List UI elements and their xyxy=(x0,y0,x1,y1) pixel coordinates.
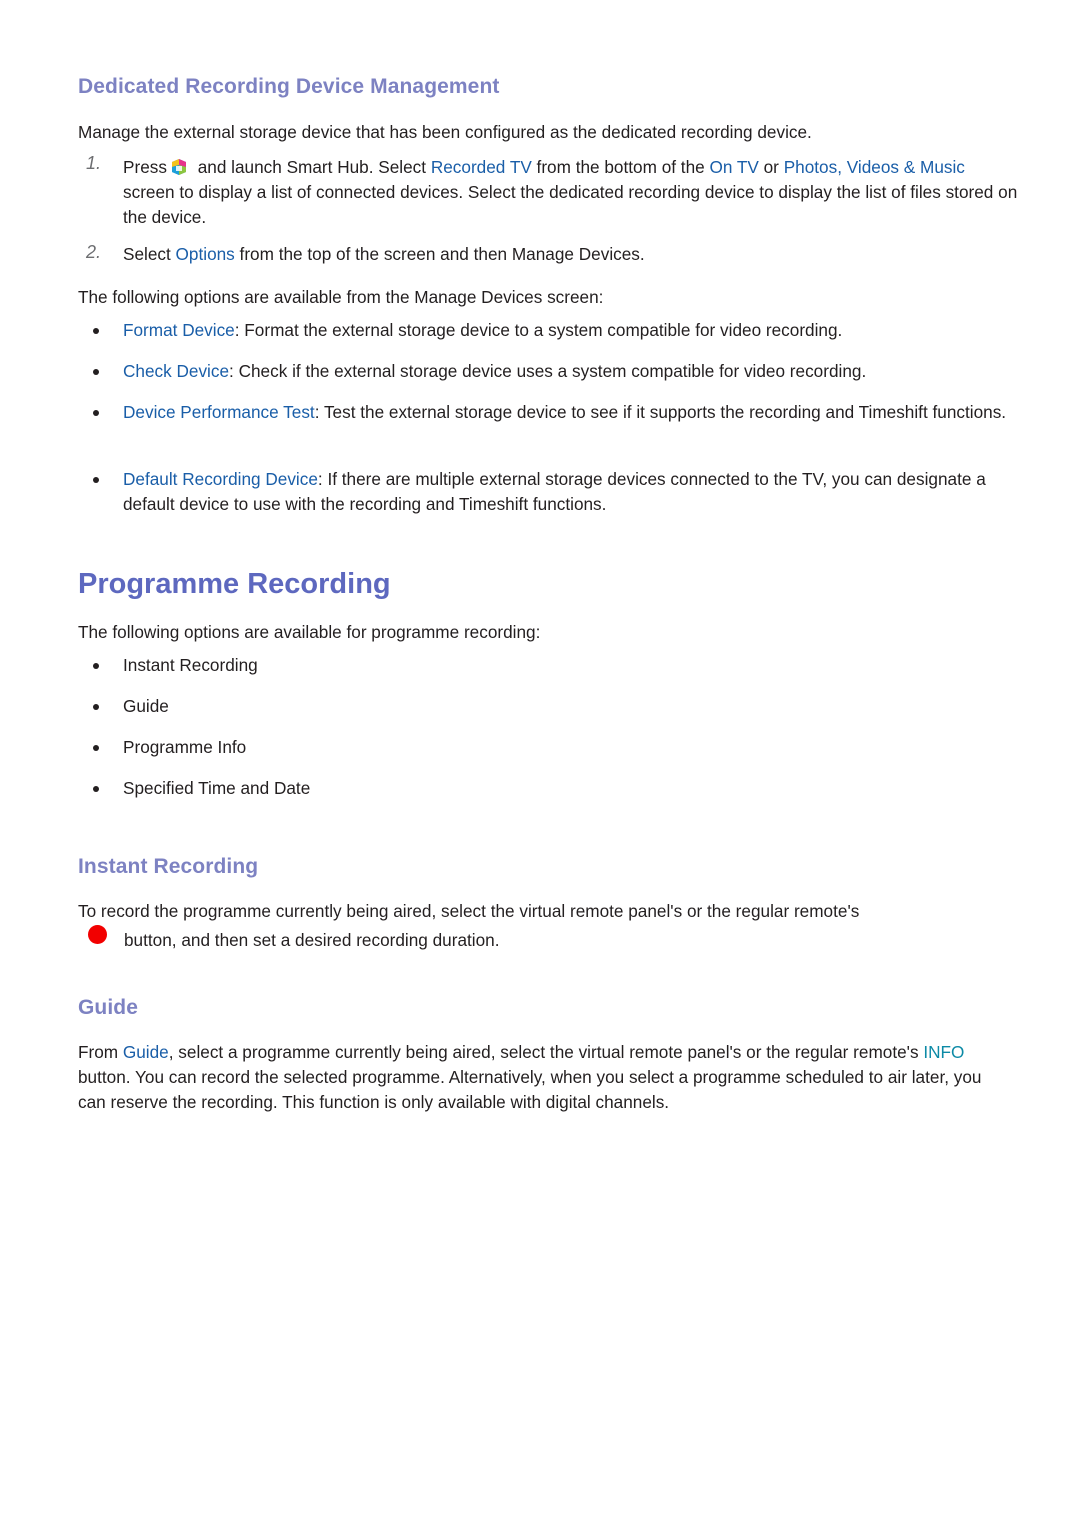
page-title: Programme Recording xyxy=(78,568,391,600)
guide-text: From Guide, select a programme currently… xyxy=(78,1040,998,1115)
text: or xyxy=(758,157,784,177)
text: from the top of the screen and then Mana… xyxy=(234,244,645,264)
options-intro: The following options are available from… xyxy=(78,287,604,307)
list-item-label: Programme Info xyxy=(123,737,247,757)
link-options[interactable]: Options xyxy=(176,244,235,264)
link-recorded-tv[interactable]: Recorded TV xyxy=(431,157,532,177)
text: Select xyxy=(123,244,176,264)
text: button. You can record the selected prog… xyxy=(78,1067,982,1112)
text: from the bottom of the xyxy=(531,157,710,177)
link-videos-music[interactable]: Videos & Music xyxy=(847,157,965,177)
list-item-label: Guide xyxy=(123,696,169,716)
link-info[interactable]: INFO xyxy=(923,1042,964,1062)
bullet-icon xyxy=(93,786,99,792)
section-heading-dedicated-recording: Dedicated Recording Device Management xyxy=(78,75,500,98)
option-text: Format Device: Format the external stora… xyxy=(123,318,1018,343)
bullet-icon xyxy=(93,745,99,751)
option-desc: : Check if the external storage device u… xyxy=(229,361,867,381)
bullet-icon xyxy=(93,369,99,375)
option-desc: : Format the external storage device to … xyxy=(234,320,843,340)
option-term[interactable]: Check Device xyxy=(123,361,229,381)
list-item-label: Specified Time and Date xyxy=(123,778,311,798)
record-button-icon xyxy=(88,925,107,944)
list-item-label: Instant Recording xyxy=(123,655,258,675)
section-intro: The following options are available for … xyxy=(78,622,541,642)
link-guide[interactable]: Guide xyxy=(123,1042,169,1062)
section-heading-guide: Guide xyxy=(78,996,139,1019)
option-text: Device Performance Test: Test the extern… xyxy=(123,400,1018,425)
step-text: Press and launch Smart Hub. Select Recor… xyxy=(123,155,1018,230)
text: screen to display a list of connected de… xyxy=(123,182,1018,227)
bullet-icon xyxy=(93,328,99,334)
smart-hub-icon xyxy=(171,158,187,176)
step-number: 2. xyxy=(86,242,102,262)
option-term[interactable]: Default Recording Device xyxy=(123,469,318,489)
option-text: Check Device: Check if the external stor… xyxy=(123,359,1018,384)
option-desc: : Test the external storage device to se… xyxy=(314,402,1007,422)
step-text: Select Options from the top of the scree… xyxy=(123,242,1018,267)
link-photos[interactable]: Photos, xyxy=(784,157,842,177)
step-number: 1. xyxy=(86,153,102,173)
text: Press xyxy=(123,157,167,177)
bullet-icon xyxy=(93,477,99,483)
text: From xyxy=(78,1042,123,1062)
bullet-icon xyxy=(93,410,99,416)
bullet-icon xyxy=(93,663,99,669)
text: , select a programme currently being air… xyxy=(168,1042,924,1062)
text: and launch Smart Hub. Select xyxy=(192,157,431,177)
instant-recording-text-line2: button, and then set a desired recording… xyxy=(124,930,500,950)
section-heading-instant-recording: Instant Recording xyxy=(78,855,259,878)
instant-recording-text-line1: To record the programme currently being … xyxy=(78,901,860,921)
option-term[interactable]: Device Performance Test xyxy=(123,402,315,422)
option-term[interactable]: Format Device xyxy=(123,320,235,340)
option-text: Default Recording Device: If there are m… xyxy=(123,467,1018,517)
section-intro: Manage the external storage device that … xyxy=(78,122,812,142)
bullet-icon xyxy=(93,704,99,710)
link-on-tv[interactable]: On TV xyxy=(709,157,758,177)
